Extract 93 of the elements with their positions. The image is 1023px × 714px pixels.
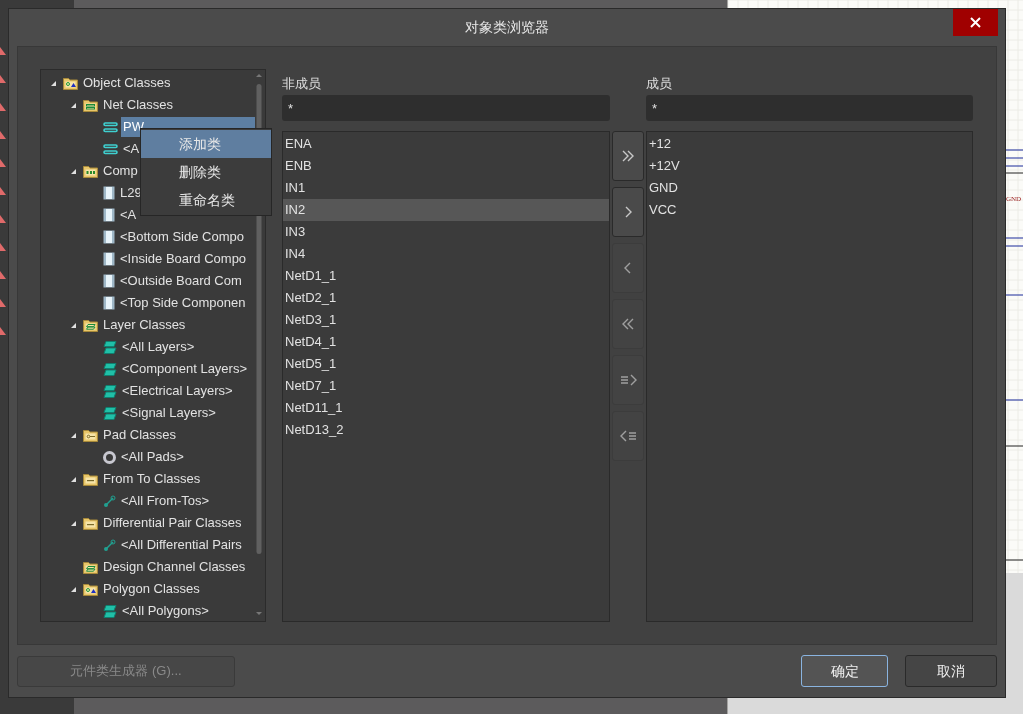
collapse-arrow-icon[interactable] (69, 585, 77, 593)
connection-icon (103, 538, 116, 552)
list-item[interactable]: +12V (647, 155, 972, 177)
net-icon (103, 121, 118, 133)
tree-item[interactable]: From To Classes (101, 469, 203, 489)
list-item[interactable]: IN2 (283, 199, 609, 221)
tree-item[interactable]: <Outside Board Com (118, 271, 244, 291)
layers-icon (103, 384, 117, 398)
layers-icon (103, 406, 117, 420)
folder-icon (83, 164, 98, 178)
cancel-button[interactable]: 取消 (905, 655, 997, 687)
column-label: 成员 (646, 74, 672, 93)
tree-item[interactable]: <Inside Board Compo (118, 249, 249, 269)
folder-icon (83, 98, 98, 112)
collapse-arrow-icon[interactable] (69, 519, 77, 527)
folder-icon (83, 582, 98, 596)
tree-item[interactable]: Comp (101, 161, 140, 181)
list-item[interactable]: NetD2_1 (283, 287, 609, 309)
folder-icon (83, 318, 98, 332)
tree-item[interactable]: <All From-Tos> (119, 491, 212, 511)
chevron-left-icon (624, 262, 632, 274)
tree-item[interactable]: <All Pads> (119, 447, 186, 467)
column-label: 非成员 (282, 74, 321, 93)
close-button[interactable] (953, 9, 998, 36)
list-item[interactable]: ENA (283, 133, 609, 155)
tree-item[interactable]: Layer Classes (101, 315, 188, 335)
chip-icon (103, 296, 115, 310)
tree-item[interactable]: <Top Side Componen (118, 293, 248, 313)
list-item[interactable]: NetD1_1 (283, 265, 609, 287)
collapse-arrow-icon[interactable] (69, 101, 77, 109)
connection-icon (103, 494, 116, 508)
chevron-right-icon (624, 206, 632, 218)
folder-icon (83, 516, 98, 530)
tree-item[interactable]: <A (118, 205, 139, 225)
layers-icon (103, 340, 117, 354)
tree-item[interactable]: Net Classes (101, 95, 176, 115)
folder-icon (83, 472, 98, 486)
list-item[interactable]: NetD5_1 (283, 353, 609, 375)
chip-icon (103, 230, 115, 244)
menu-item[interactable]: 添加类 (141, 130, 271, 158)
list-item[interactable]: NetD13_2 (283, 419, 609, 441)
list-item[interactable]: IN4 (283, 243, 609, 265)
double-chevron-right-icon (621, 150, 635, 162)
tree-item[interactable]: <Signal Layers> (120, 403, 218, 423)
filter-field[interactable]: * (646, 95, 973, 121)
list-item[interactable]: NetD4_1 (283, 331, 609, 353)
chip-icon (103, 252, 115, 266)
list-right-icon (619, 374, 637, 386)
layers-icon (103, 604, 117, 618)
chip-icon (103, 274, 115, 288)
list-item[interactable]: +12 (647, 133, 972, 155)
tree-item[interactable]: <All Layers> (120, 337, 197, 357)
close-icon (970, 17, 981, 28)
list-item[interactable]: ENB (283, 155, 609, 177)
chip-icon (103, 208, 115, 222)
menu-item[interactable]: 删除类 (141, 158, 271, 186)
list-left-icon (619, 430, 637, 442)
collapse-arrow-icon[interactable] (69, 321, 77, 329)
tree-item[interactable]: <Electrical Layers> (120, 381, 235, 401)
collapse-arrow-icon[interactable] (49, 79, 57, 87)
list-item[interactable]: VCC (647, 199, 972, 221)
tree-item[interactable]: <Component Layers> (120, 359, 250, 379)
collapse-arrow-icon[interactable] (69, 167, 77, 175)
list-item[interactable]: IN3 (283, 221, 609, 243)
ok-button[interactable]: 确定 (801, 655, 888, 687)
tree-item[interactable]: <All Polygons> (120, 601, 211, 621)
tree-item[interactable]: Design Channel Classes (101, 557, 248, 577)
tree-item[interactable]: Differential Pair Classes (101, 513, 244, 533)
folder-icon (83, 560, 98, 574)
tree-item[interactable]: <Bottom Side Compo (118, 227, 246, 247)
double-chevron-left-icon (621, 318, 635, 330)
list-item[interactable]: NetD11_1 (283, 397, 609, 419)
list-item[interactable]: NetD7_1 (283, 375, 609, 397)
pad-icon (103, 450, 116, 464)
tree-item[interactable]: <All Differential Pairs (119, 535, 244, 555)
window-title: 对象类浏览器 (465, 18, 549, 37)
tree-item[interactable]: Object Classes (81, 73, 173, 93)
folder-icon (63, 76, 78, 90)
folder-icon (83, 428, 98, 442)
collapse-arrow-icon[interactable] (69, 431, 77, 439)
collapse-arrow-icon[interactable] (69, 475, 77, 483)
tree-item[interactable]: Pad Classes (101, 425, 178, 445)
list-item[interactable]: GND (647, 177, 972, 199)
list-item[interactable]: IN1 (283, 177, 609, 199)
filter-field[interactable]: * (282, 95, 610, 121)
tree-item[interactable]: <A (121, 139, 142, 159)
menu-item[interactable]: 重命名类 (141, 186, 271, 214)
list-item[interactable]: NetD3_1 (283, 309, 609, 331)
layers-icon (103, 362, 117, 376)
net-icon (103, 143, 118, 155)
tree-item[interactable]: Polygon Classes (101, 579, 202, 599)
chip-icon (103, 186, 115, 200)
transfer-button[interactable] (612, 131, 644, 181)
